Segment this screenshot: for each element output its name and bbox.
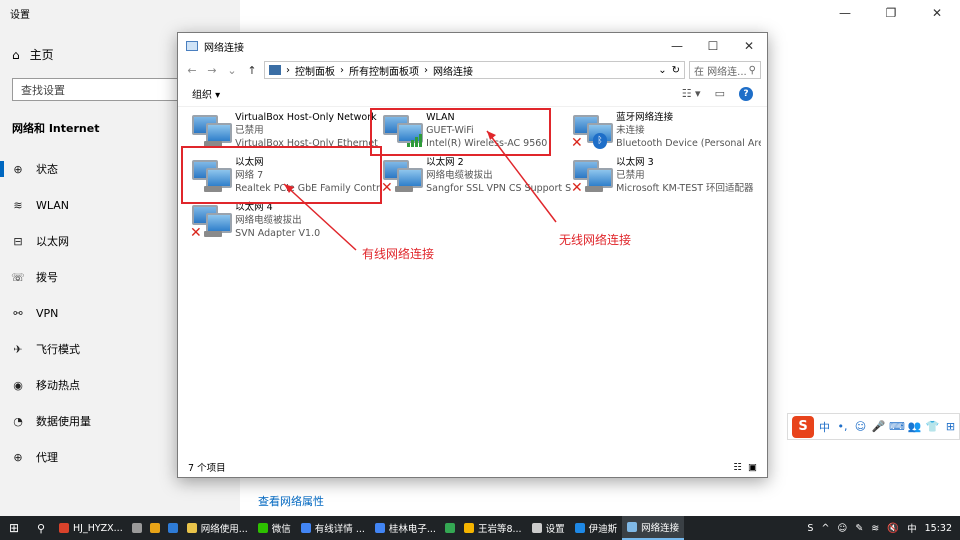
skin-icon[interactable]: 👕: [925, 420, 940, 433]
gear-icon: [531, 523, 542, 533]
clock[interactable]: 15:32: [925, 523, 952, 534]
taskbar-item-label: HJ_HYZX...: [73, 522, 123, 534]
taskbar-item-label: 伊迪斯: [588, 524, 618, 535]
taskbar-item[interactable]: 设置: [527, 516, 570, 540]
taskbar-item[interactable]: HJ_HYZX...: [54, 516, 128, 540]
app-icon: [574, 523, 585, 533]
toolbox-icon[interactable]: ⊞: [943, 420, 958, 433]
taskbar-item-label: 王岩等8...: [477, 524, 522, 535]
taskbar-item[interactable]: 王岩等8...: [459, 516, 527, 540]
taskbar-item[interactable]: 网络使用...: [182, 516, 253, 540]
input-language-icon[interactable]: 中: [907, 521, 917, 535]
taskbar-item[interactable]: [146, 516, 164, 540]
app-icon: [131, 523, 142, 533]
users-icon[interactable]: 👥: [907, 420, 922, 433]
wechat-icon: [257, 523, 268, 533]
taskbar-item[interactable]: 桂林电子...: [370, 516, 441, 540]
app-icon: [59, 523, 69, 533]
taskbar-item-label: 桂林电子...: [388, 524, 436, 535]
taskbar-item[interactable]: 网络连接: [622, 516, 685, 540]
wireless-annotation-label: 无线网络连接: [559, 233, 632, 247]
folder-icon: [186, 523, 197, 533]
qq-chat-icon: [463, 523, 474, 533]
keyboard-icon[interactable]: ⌨: [889, 420, 905, 433]
wired-annotation-label: 有线网络连接: [362, 247, 435, 261]
qq-icon: [149, 523, 160, 533]
ime-toolbar: S 中 •, ☺ 🎤 ⌨ 👥 👕 ⊞: [787, 413, 960, 440]
qq-tray-icon[interactable]: ☺: [837, 523, 847, 534]
microphone-icon[interactable]: 🎤: [871, 420, 886, 433]
chrome-icon: [374, 523, 385, 533]
system-tray: S ^ ☺ ✎ ≋ 🔇 中 15:32: [807, 521, 960, 536]
taskbar-item-label: 有线详情 ...: [314, 524, 365, 535]
wireless-arrowhead: [487, 131, 496, 140]
wired-arrow: [283, 183, 357, 251]
network-folder-icon: [627, 522, 638, 532]
wireless-arrow: [486, 130, 557, 223]
annotation-arrows: [283, 130, 557, 251]
chrome-icon: [300, 523, 311, 533]
taskbar: ⊞ ⚲ HJ_HYZX... 网络使用... 微信 有线详情 ... 桂林电子.…: [0, 516, 960, 540]
punctuation-icon[interactable]: •,: [835, 420, 850, 433]
app-icon: [444, 523, 455, 533]
taskbar-item[interactable]: [441, 516, 459, 540]
volume-muted-icon[interactable]: 🔇: [887, 523, 899, 534]
taskbar-item[interactable]: 微信: [253, 516, 296, 540]
taskbar-item[interactable]: [164, 516, 182, 540]
wifi-tray-icon[interactable]: ≋: [871, 523, 879, 534]
sogou-logo-icon[interactable]: S: [792, 415, 814, 438]
taskbar-item[interactable]: 有线详情 ...: [296, 516, 370, 540]
emoji-icon[interactable]: ☺: [853, 420, 868, 433]
sogou-tray-icon[interactable]: S: [807, 523, 813, 534]
app-icon: [167, 523, 178, 533]
taskbar-item[interactable]: [128, 516, 146, 540]
show-hidden-icons-icon[interactable]: ^: [821, 523, 829, 534]
taskbar-item-label: 网络连接: [641, 523, 680, 534]
taskbar-item-label: 微信: [271, 524, 291, 535]
taskbar-search-icon[interactable]: ⚲: [28, 522, 54, 535]
taskbar-item-label: 网络使用...: [200, 524, 248, 535]
pen-icon[interactable]: ✎: [855, 523, 863, 534]
taskbar-item-label: 设置: [545, 524, 565, 535]
chinese-mode-icon[interactable]: 中: [817, 419, 832, 435]
start-windows-icon[interactable]: ⊞: [0, 521, 28, 535]
taskbar-item[interactable]: 伊迪斯: [570, 516, 623, 540]
